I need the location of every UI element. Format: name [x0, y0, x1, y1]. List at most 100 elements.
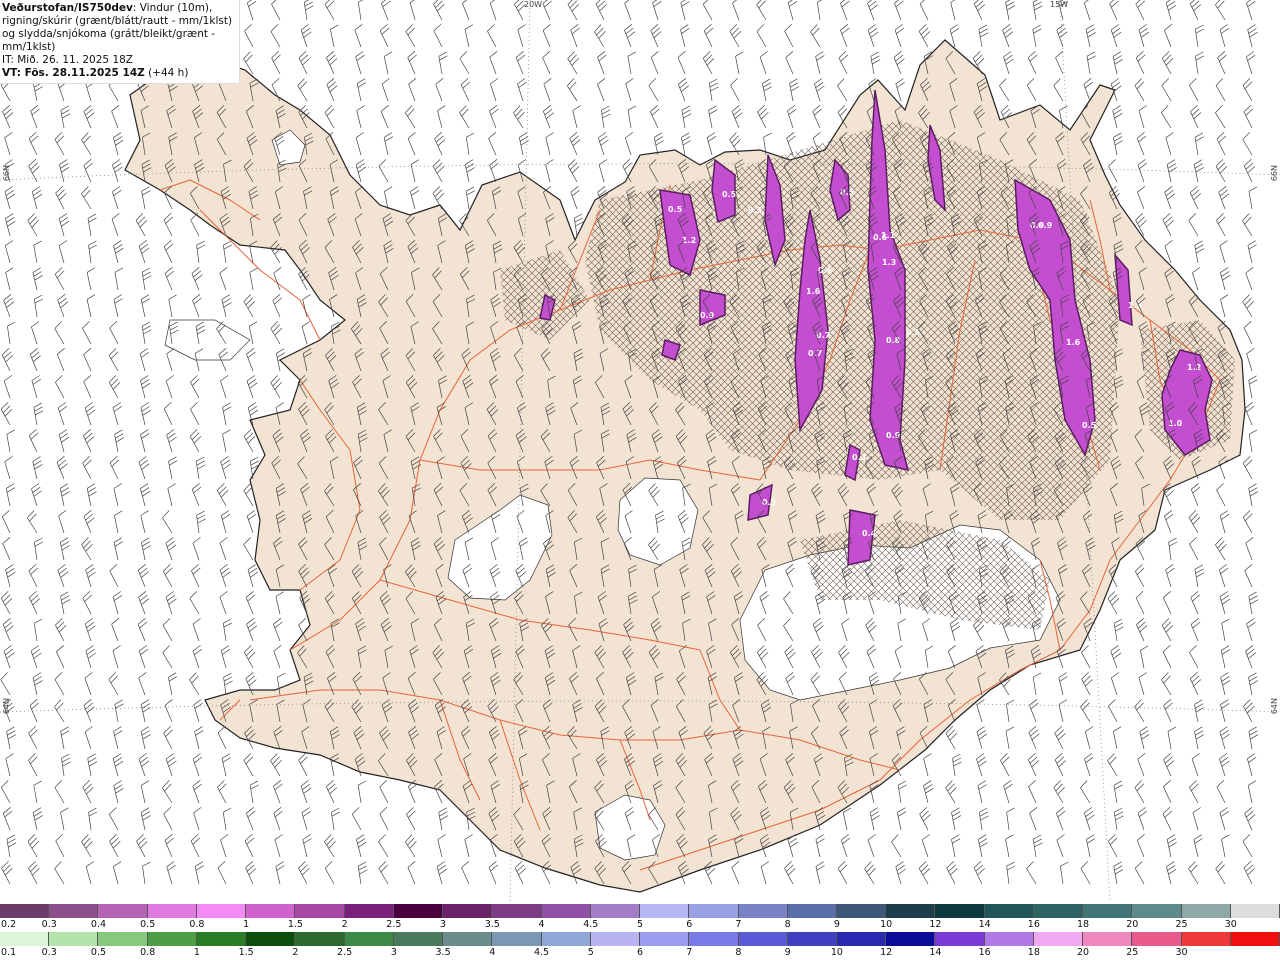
legend-label: 2.5 — [337, 947, 353, 958]
legend-swatch — [393, 932, 444, 946]
legend-label: 18 — [1077, 919, 1090, 930]
legend-label: 0.2 — [1, 919, 17, 930]
legend-swatch — [984, 904, 1034, 918]
legend-label: 10 — [830, 947, 843, 958]
legend-swatch — [935, 932, 985, 946]
legend-swatch — [1181, 932, 1231, 946]
legend-label: 3.5 — [435, 947, 451, 958]
legend-swatch — [1230, 904, 1280, 918]
issue-time: IT: Mið. 26. 11. 2025 18Z — [2, 54, 133, 66]
legend-label: 4 — [538, 919, 545, 930]
legend-swatch — [738, 904, 788, 918]
lat-label-66n-left: 66N — [2, 165, 11, 182]
legend-label: 7 — [686, 947, 693, 958]
precip-value-label: 0.5 — [668, 205, 683, 214]
legend-swatch — [443, 932, 493, 946]
legend-label: 0.1 — [1, 947, 17, 958]
rain-legend-colorbar — [0, 932, 1280, 946]
legend-swatch — [1033, 904, 1084, 918]
lon-label-20w: 20W — [524, 0, 543, 9]
legend-label: 4.5 — [533, 947, 550, 958]
legend-label: 25 — [1175, 919, 1188, 930]
legend-label: 30 — [1175, 947, 1188, 958]
legend-swatch — [738, 932, 788, 946]
legend-swatch — [49, 904, 99, 918]
precip-value-label: 0.5 — [748, 206, 763, 215]
lat-label-64n-left: 64N — [2, 698, 11, 715]
legend-swatch — [246, 904, 296, 918]
lon-label-15w: 15W — [1050, 0, 1069, 9]
legend-label: 9 — [833, 919, 840, 930]
valid-offset: (+44 h) — [144, 67, 189, 79]
legend-swatch — [590, 904, 641, 918]
legend-label: 0.5 — [140, 919, 156, 930]
precip-value-label: 1.1 — [881, 231, 896, 240]
lat-label-64n-right: 64N — [1270, 698, 1279, 715]
legend-swatch — [886, 904, 936, 918]
legend-swatch — [492, 904, 542, 918]
legend-label: 12 — [880, 947, 893, 958]
legend-label: 4 — [489, 947, 496, 958]
precip-value-label: 1.2 — [682, 236, 696, 245]
legend-label: 3.5 — [484, 919, 500, 930]
legend-label: 7 — [735, 919, 742, 930]
snow-legend-labels: 0.2 0.3 0.4 0.5 0.8 1 1.5 2 2.5 3 3.5 4 4.5 5 6 7 8 9 10 12… — [0, 919, 1280, 931]
legend-swatch — [1132, 904, 1182, 918]
legend-swatch — [246, 932, 296, 946]
legend-swatch — [98, 932, 148, 946]
legend-label: 3 — [390, 947, 397, 958]
legend-label: 5 — [587, 947, 594, 958]
legend-label: 6 — [636, 947, 644, 958]
legend-swatch — [295, 904, 345, 918]
legend-label: 2.5 — [386, 919, 402, 930]
legend-label: 16 — [1027, 919, 1040, 930]
legend-swatch — [1132, 932, 1182, 946]
precip-value-label: 0.8 — [886, 336, 901, 345]
legend-label: 2 — [292, 947, 299, 958]
legend-swatch — [541, 904, 591, 918]
precip-value-label: 1.3 — [882, 258, 896, 267]
valid-time: Fös. 28.11.2025 14Z — [24, 67, 145, 79]
legend-label: 25 — [1126, 947, 1139, 958]
weather-map: 0.50.50.50.50.61.60.70.70.61.11.30.90.80… — [0, 0, 1280, 902]
legend-label: 0.3 — [41, 947, 57, 958]
legend-swatch — [787, 904, 837, 918]
legend-label: 5 — [636, 919, 644, 930]
legend-swatch — [393, 904, 444, 918]
snow-legend-colorbar — [0, 904, 1280, 918]
legend-label: 9 — [784, 947, 791, 958]
legend-label: 12 — [929, 919, 942, 930]
legend-swatch — [689, 932, 739, 946]
legend-swatch — [196, 932, 247, 946]
map-source: Veðurstofan/IS750dev — [2, 2, 133, 14]
precip-value-label: 0.9 — [700, 311, 715, 320]
legend-label: 30 — [1224, 919, 1237, 930]
legend-label: 4.5 — [583, 919, 599, 930]
legend-label: 1.5 — [287, 919, 303, 930]
legend-label: 1.5 — [238, 947, 254, 958]
legend-label: 16 — [978, 947, 991, 958]
legend-label: 18 — [1027, 947, 1040, 958]
legend-swatch — [1181, 904, 1231, 918]
map-title-box: Veðurstofan/IS750dev: Vindur (10m), rign… — [0, 0, 240, 84]
legend-swatch — [49, 932, 99, 946]
legend-label: 3 — [440, 919, 447, 930]
legend-swatch — [787, 932, 837, 946]
precip-value-label: 1.2 — [1187, 363, 1201, 372]
legend-swatch — [1083, 932, 1133, 946]
legend-swatch — [443, 904, 493, 918]
legend-swatch — [984, 932, 1034, 946]
legend-label: 20 — [1077, 947, 1090, 958]
legend-swatch — [640, 904, 690, 918]
legend-label: 14 — [929, 947, 942, 958]
legend-label: 20 — [1126, 919, 1139, 930]
legend-swatch — [836, 904, 887, 918]
legend-swatch — [1230, 932, 1280, 946]
legend-swatch — [640, 932, 690, 946]
legend-swatch — [0, 932, 50, 946]
legend-swatch — [836, 932, 887, 946]
precip-value-label: 0.3 — [852, 453, 866, 462]
legend-swatch — [1083, 904, 1133, 918]
legend-label: 6 — [686, 919, 693, 930]
legend-label: 1 — [243, 919, 250, 930]
